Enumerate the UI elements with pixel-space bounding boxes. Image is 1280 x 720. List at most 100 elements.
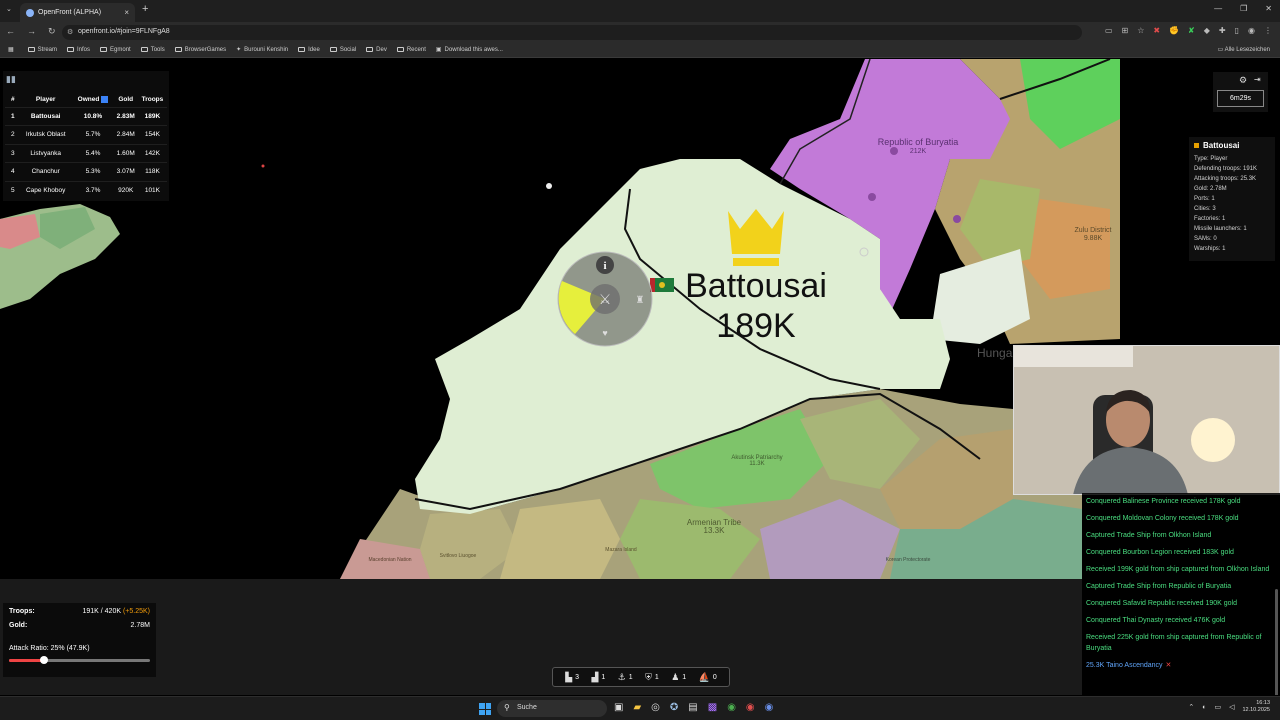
bookmark-download[interactable]: ▣ Download this awes... [436,46,503,54]
build-warship[interactable]: ⛵ 0 [699,672,717,683]
col-troops[interactable]: Troops [138,93,167,107]
app-icon[interactable]: ◉ [765,702,774,713]
cast-icon[interactable]: ▭ [1105,26,1113,35]
bookmark-star-icon[interactable]: ☆ [1137,26,1144,35]
exit-icon[interactable]: ⇥ [1254,75,1261,84]
attack-ratio-knob[interactable] [40,656,49,664]
taskbar-search[interactable]: ⚲ Suche [497,700,607,717]
player-stats-panel: Troops: 191K / 420K (+5.25K) Gold: 2.78M… [3,603,156,677]
extension-fist-icon[interactable]: ✊ [1169,26,1179,35]
forward-icon[interactable]: → [27,26,36,37]
col-gold[interactable]: Gold [114,93,138,107]
col-player[interactable]: Player [19,93,72,107]
leaderboard-toggle-icon[interactable]: ▮▮ [6,74,16,84]
chrome-icon[interactable]: ◉ [727,702,736,713]
taskbar-apps: ▣ ▰ ◎ ✪ ▤ ▩ ◉ ◉ ◉ [614,702,773,713]
all-bookmarks-label: Alle Lesezeichen [1224,47,1270,53]
leaderboard-row[interactable]: 2 Irkutsk Oblast 5.7% 2.84M 154K [5,125,167,144]
log-entry: Conquered Safavid Republic received 190K… [1086,600,1237,607]
extension-diamond-icon[interactable]: ◆ [1204,26,1210,35]
log-entry: Received 225K gold from ship captured fr… [1086,634,1262,652]
leaderboard-row[interactable]: 3 Listvyanka 5.4% 1.60M 142K [5,143,167,163]
back-icon[interactable]: ← [6,26,15,37]
steam-icon[interactable]: ✪ [670,702,678,713]
owned-cell: 3.7% [72,180,114,200]
reload-icon[interactable]: ↻ [48,26,56,37]
sidebar-icon[interactable]: ▯ [1235,26,1239,35]
file-explorer-icon[interactable]: ▰ [633,702,641,713]
start-button-icon[interactable] [479,703,491,715]
maximize-icon[interactable]: ❐ [1240,4,1247,13]
site-info-icon[interactable]: ⚙ [67,28,73,36]
leaderboard-row[interactable]: 1 Battousai 10.8% 2.83M 189K [5,106,167,126]
bookmark-label: Recent [406,46,426,53]
build-city[interactable]: ▙ 3 [565,672,579,683]
shield-icon: ⛨ [645,671,652,682]
chrome-profile-icon[interactable]: ◉ [746,702,755,713]
settings-gear-icon[interactable]: ⚙ [1239,75,1247,86]
build-factory[interactable]: ▟ 1 [591,672,605,683]
game-timer: 6m29s [1217,90,1264,107]
bookmark-recent[interactable]: Recent [396,46,426,53]
attack-ratio-slider[interactable] [9,656,150,664]
profile-avatar-icon[interactable]: ◉ [1248,26,1255,35]
bookmark-infos[interactable]: Infos [67,47,90,53]
build-defense[interactable]: ⛨ 1 [645,672,659,683]
new-tab-button[interactable]: + [142,3,148,15]
obs-icon[interactable]: ◎ [651,702,660,713]
zulu-troops-label: 9.88K [1084,235,1103,242]
troops-rate: (+5.25K) [122,608,150,615]
browser-tab[interactable]: OpenFront (ALPHA) × [20,3,135,22]
bookmark-egmont[interactable]: Egmont [100,47,131,53]
twitch-icon[interactable]: ▩ [708,702,717,713]
extension-icons: ▭ ⊞ ☆ ✖ ✊ ✘ ◆ ✚ ▯ ◉ ⋮ [1105,26,1272,35]
leaderboard-row[interactable]: 5 Cape Khoboy 3.7% 920K 101K [5,180,167,200]
rank-cell: 4 [5,162,19,181]
bookmark-burouni[interactable]: ✦ Burouni Kenshin [236,46,288,54]
nav-buttons: ← → ↻ [6,26,56,37]
sword-icon: ⚔ [599,291,612,307]
info-row: SAMs: 0 [1194,236,1217,242]
clock[interactable]: 16:13 12.10.2025 [1242,700,1270,714]
minimize-icon[interactable]: — [1214,4,1222,13]
close-window-icon[interactable]: ✕ [1265,4,1272,13]
kurean-label: Korean Protectorate [886,557,931,563]
bookmark-dev[interactable]: Dev [366,47,387,53]
extension-x-icon[interactable]: ✖ [1153,26,1160,35]
tab-search-icon[interactable]: ⌄ [6,5,12,13]
search-icon: ⚲ [504,703,510,712]
bookmark-browsergames[interactable]: BrowserGames [174,47,226,53]
all-bookmarks[interactable]: ▭ Alle Lesezeichen [1218,46,1270,53]
log-scrollbar[interactable] [1275,589,1278,695]
log-entry: Conquered Thai Dynasty received 476K gol… [1086,617,1226,624]
player-cell: Listvyanka [19,143,73,163]
tray-arrow-icon[interactable]: ⌃ [1188,703,1194,711]
build-icon: ♜ [636,295,645,306]
translate-icon[interactable]: ⊞ [1122,26,1129,35]
folder-icon [140,47,148,52]
bookmark-idee[interactable]: Idee [298,47,320,53]
extension-green-icon[interactable]: ✘ [1188,26,1195,35]
bookmark-social[interactable]: Social [329,47,356,53]
task-view-icon[interactable]: ▣ [614,702,623,713]
tray-app-icon[interactable]: ◐ [1202,704,1206,711]
cancel-attack-icon[interactable]: ✕ [1166,662,1172,669]
network-icon[interactable]: ▭ [1214,703,1221,711]
tab-close-icon[interactable]: × [124,8,129,17]
url-field[interactable]: ⚙ openfront.io/#join=9FLNFgA8 [62,25,1082,40]
apps-grid-icon[interactable]: ▦ [8,46,14,53]
game-canvas[interactable]: i ⚔ ♜ ♥ Battousai 189K Republic of Burya… [0,59,1280,695]
stream-deck-icon[interactable]: ▤ [688,702,697,713]
gold-label: Gold: [9,622,28,629]
col-owned[interactable]: Owned [72,93,113,107]
browser-menu-icon[interactable]: ⋮ [1264,26,1272,35]
leaderboard-row[interactable]: 4 Chanchur 5.3% 3.07M 118K [5,162,167,181]
extensions-puzzle-icon[interactable]: ✚ [1219,26,1226,35]
bookmark-stream[interactable]: Stream [27,47,57,53]
build-missile[interactable]: ♟ 1 [671,672,686,683]
bookmark-tools[interactable]: Tools [140,47,165,53]
macedon-label: Macedonian Nation [368,557,411,563]
player-cell: Cape Khoboy [19,180,73,200]
build-port[interactable]: ⚓ 1 [618,672,633,683]
volume-icon[interactable]: ◁ [1229,703,1234,711]
